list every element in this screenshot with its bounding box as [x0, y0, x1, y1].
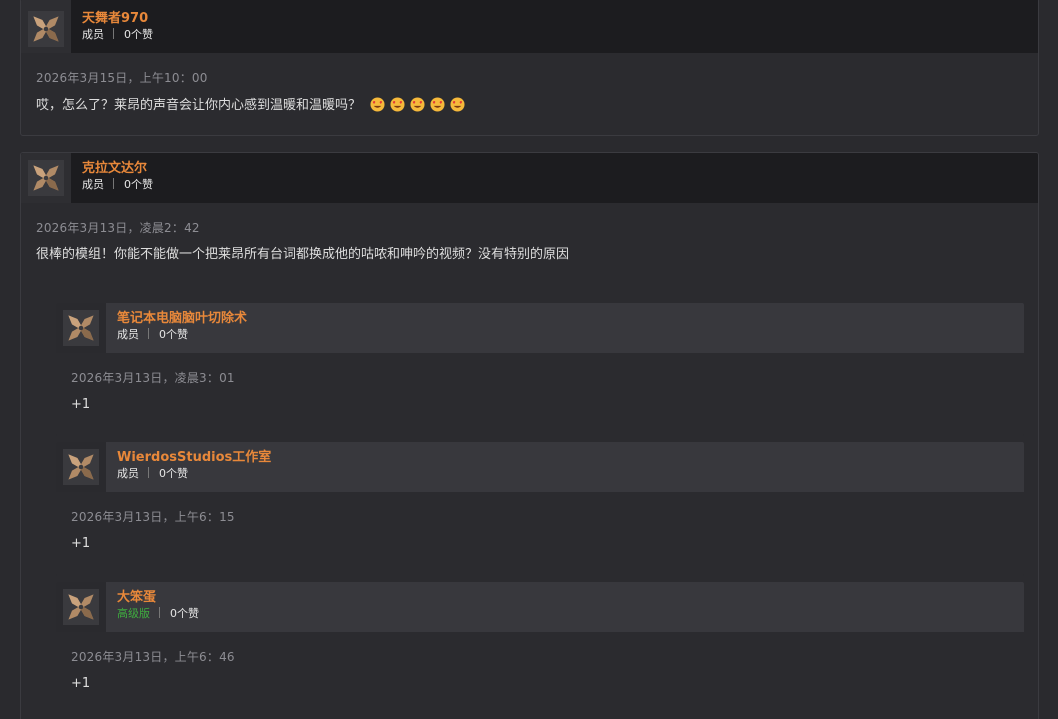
- author-name[interactable]: 大笨蛋: [117, 590, 199, 606]
- post-text: +1: [71, 676, 91, 691]
- author-name[interactable]: 笔记本电脑脑叶切除术: [117, 311, 247, 327]
- author-meta: 成员 0个赞: [82, 178, 153, 192]
- post-date: 2026年3月13日，凌晨2：42: [36, 221, 200, 235]
- smiling-face-with-heart-eyes-icon: [390, 97, 405, 112]
- author-name[interactable]: 天舞者970: [82, 11, 153, 27]
- reply-post: 笔记本电脑脑叶切除术 成员 0个赞 2026年3月13日，凌晨3：01 +1: [56, 303, 1024, 436]
- meta-divider: [113, 28, 114, 39]
- author-meta: 成员 0个赞: [82, 28, 153, 42]
- avatar[interactable]: [56, 303, 106, 353]
- avatar[interactable]: [56, 582, 106, 632]
- author-name[interactable]: 克拉文达尔: [82, 161, 153, 177]
- comments-page: 天舞者970 成员 0个赞 2026年3月15日，上午10：00 哎，怎么了？莱昂…: [0, 0, 1058, 719]
- likes-count: 0个赞: [159, 467, 188, 480]
- avatar-icon: [28, 160, 64, 196]
- author-meta: 成员 0个赞: [117, 328, 247, 342]
- author-name[interactable]: WierdosStudios工作室: [117, 450, 271, 466]
- post-date: 2026年3月15日，上午10：00: [36, 71, 208, 85]
- smiling-face-with-heart-eyes-icon: [370, 97, 385, 112]
- post-date: 2026年3月13日，上午6：15: [71, 510, 235, 524]
- likes-count: 0个赞: [159, 328, 188, 341]
- avatar[interactable]: [21, 0, 71, 53]
- post-date: 2026年3月13日，凌晨3：01: [71, 371, 235, 385]
- post-text: 很棒的模组！你能不能做一个把莱昂所有台词都换成他的咕哝和呻吟的视频？没有特别的原…: [36, 247, 570, 262]
- emoji-group: [370, 98, 470, 113]
- post-text-content: 哎，怎么了？莱昂的声音会让你内心感到温暖和温暖吗？: [36, 98, 362, 113]
- meta-divider: [113, 178, 114, 189]
- member-role: 成员: [82, 178, 104, 191]
- avatar[interactable]: [56, 442, 106, 492]
- author-meta: 成员 0个赞: [117, 467, 271, 481]
- post-text: 哎，怎么了？莱昂的声音会让你内心感到温暖和温暖吗？: [36, 97, 1038, 114]
- comment-header: 克拉文达尔 成员 0个赞: [21, 153, 1038, 203]
- member-role: 成员: [117, 467, 139, 480]
- smiling-face-with-heart-eyes-icon: [410, 97, 425, 112]
- member-role: 成员: [117, 328, 139, 341]
- reply-header: 大笨蛋 高级版 0个赞: [56, 582, 1024, 632]
- comment-post: 天舞者970 成员 0个赞 2026年3月15日，上午10：00 哎，怎么了？莱昂…: [20, 0, 1039, 136]
- avatar-icon: [63, 310, 99, 346]
- post-text: +1: [71, 536, 91, 551]
- comment-header: 天舞者970 成员 0个赞: [21, 0, 1038, 53]
- likes-count: 0个赞: [170, 607, 199, 620]
- reply-post: 大笨蛋 高级版 0个赞 2026年3月13日，上午6：46 +1: [56, 582, 1024, 719]
- avatar-icon: [28, 11, 64, 47]
- reply-post: WierdosStudios工作室 成员 0个赞 2026年3月13日，上午6：1…: [56, 442, 1024, 576]
- post-date: 2026年3月13日，上午6：46: [71, 650, 235, 664]
- post-text: +1: [71, 397, 91, 412]
- member-role: 成员: [82, 28, 104, 41]
- meta-divider: [148, 328, 149, 339]
- smiling-face-with-heart-eyes-icon: [450, 97, 465, 112]
- likes-count: 0个赞: [124, 178, 153, 191]
- premium-role: 高级版: [117, 607, 150, 620]
- meta-divider: [159, 607, 160, 618]
- author-meta: 高级版 0个赞: [117, 607, 199, 621]
- avatar-icon: [63, 449, 99, 485]
- reply-header: WierdosStudios工作室 成员 0个赞: [56, 442, 1024, 492]
- reply-header: 笔记本电脑脑叶切除术 成员 0个赞: [56, 303, 1024, 353]
- likes-count: 0个赞: [124, 28, 153, 41]
- avatar[interactable]: [21, 153, 71, 203]
- avatar-icon: [63, 589, 99, 625]
- meta-divider: [148, 467, 149, 478]
- smiling-face-with-heart-eyes-icon: [430, 97, 445, 112]
